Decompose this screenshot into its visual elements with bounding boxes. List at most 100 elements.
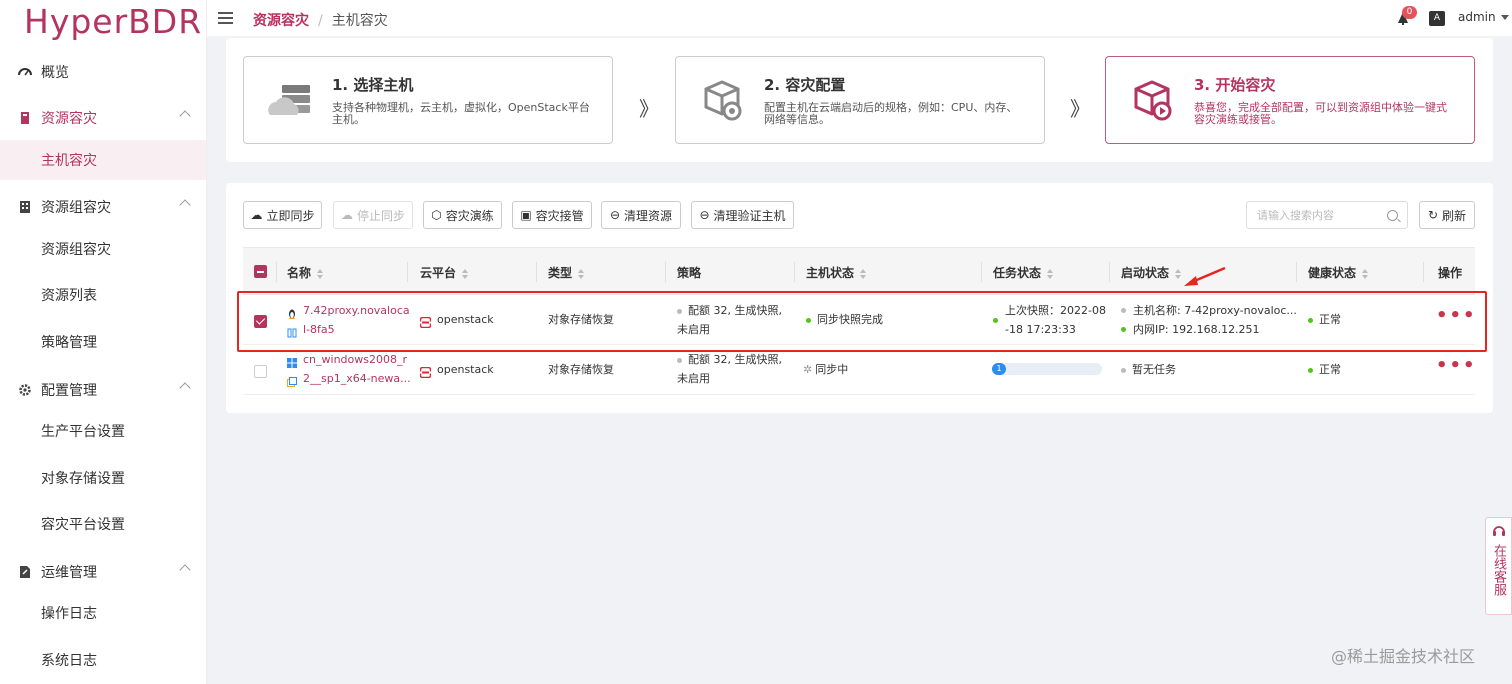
menu-group-dr-label: 资源组容灾 [41,200,111,216]
refresh-button[interactable]: ↻ 刷新 [1419,201,1475,229]
host-status-cell: ✲ 同步中 [803,360,848,379]
cloud-icon: ☁ [340,208,353,222]
host-name-line[interactable]: cn_windows2008_r [303,353,407,366]
minus-circle-icon: ⊖ [609,208,621,222]
breadcrumb-item[interactable]: 资源容灾 [253,13,309,29]
search-input[interactable]: 请输入搜索内容 [1246,201,1408,229]
column-platform[interactable]: 云平台 [420,264,469,281]
step-desc-line: 容灾演练或接管。 [1194,113,1282,126]
column-divider [407,262,408,282]
more-actions-icon[interactable]: ••• [1436,355,1477,376]
step-desc-line: 网络等信息。 [764,113,830,126]
column-type[interactable]: 类型 [548,264,585,281]
button-label: 清理验证主机 [713,208,786,223]
search-placeholder: 请输入搜索内容 [1257,209,1334,222]
user-menu[interactable]: admin [1458,10,1509,24]
progress-indicator: 1 [992,363,1006,375]
column-label: 启动状态 [1121,266,1170,280]
step-start-dr: 3. 开始容灾 恭喜您，完成全部配置，可以到资源组中体验一键式 容灾演练或接管。 [1105,56,1475,144]
button-label: 立即同步 [266,208,315,223]
menu-group-dr[interactable]: 资源组容灾 [0,187,206,227]
stop-sync-button[interactable]: ☁ 停止同步 [333,201,413,229]
dashboard-icon [18,65,32,79]
column-name[interactable]: 名称 [287,264,324,281]
table-header: 名称 云平台 类型 策略 主机状态 任务状态 启动状态 健康状态 操作 [243,247,1475,295]
sync-now-button[interactable]: ☁ 立即同步 [243,201,322,229]
menu-resource-list[interactable]: 资源列表 [0,275,206,315]
caret-down-icon [1500,15,1509,20]
column-divider [1296,262,1297,282]
dr-drill-button[interactable]: ⬡ 容灾演练 [423,201,502,229]
table-row[interactable]: cn_windows2008_r 2__sp1_x64-newa... open… [243,345,1475,395]
online-service-button[interactable]: 在线客服 [1485,517,1512,615]
task-progress-bar: 1 [992,363,1102,375]
column-label: 操作 [1438,266,1463,280]
top-header: 资源容灾 / 主机容灾 0 A admin [207,0,1512,36]
language-icon[interactable]: A [1429,11,1445,26]
step-title: 1. 选择主机 [332,76,414,94]
cloud-server-icon [264,79,314,123]
minus-circle-icon: ⊖ [699,208,710,222]
menu-toggle-icon[interactable] [218,12,233,24]
search-icon [1387,210,1398,221]
menu-ops[interactable]: 运维管理 [0,552,206,592]
step-description: 恭喜您，完成全部配置，可以到资源组中体验一键式 容灾演练或接管。 [1194,102,1447,126]
column-health[interactable]: 健康状态 [1308,264,1369,281]
app-logo[interactable]: HyperBDR [24,2,202,41]
annotation-arrow-icon [1184,266,1226,286]
column-divider [1423,262,1424,282]
menu-item-label: 操作日志 [41,606,97,622]
column-boot-status[interactable]: 启动状态 [1121,264,1182,281]
menu-prod-platform[interactable]: 生产平台设置 [0,411,206,451]
column-task-status[interactable]: 任务状态 [993,264,1054,281]
loading-spinner-icon: ✲ [803,363,813,376]
cube-icon: ⬡ [431,208,442,222]
menu-system-log[interactable]: 系统日志 [0,640,206,680]
menu-item-label: 资源列表 [41,288,97,304]
menu-config-label: 配置管理 [41,383,97,399]
platform-cell: openstack [419,360,494,379]
step-title: 3. 开始容灾 [1194,76,1276,94]
row-checkbox[interactable] [254,365,267,378]
column-divider [665,262,666,282]
menu-operation-log[interactable]: 操作日志 [0,593,206,633]
boot-status-text: 暂无任务 [1132,363,1176,376]
windows-icon [287,355,297,368]
breadcrumb-current: 主机容灾 [331,13,388,29]
health-text: 正常 [1319,363,1341,376]
menu-object-storage[interactable]: 对象存储设置 [0,458,206,498]
menu-config[interactable]: 配置管理 [0,370,206,410]
double-chevron-icon: 》 [639,97,659,121]
step-desc-line: 主机。 [332,113,365,126]
menu-policy[interactable]: 策略管理 [0,322,206,362]
menu-overview[interactable]: 概览 [0,52,206,92]
column-label: 云平台 [420,266,457,280]
button-label: 刷新 [1442,208,1467,223]
policy-line: 配额 32, 生成快照, [688,353,782,366]
clean-verify-host-button[interactable]: ⊖ 清理验证主机 [691,201,794,229]
policy-line: 未启用 [677,372,710,385]
menu-item-label: 系统日志 [41,653,97,669]
menu-overview-label: 概览 [41,65,69,81]
menu-resource-group-dr[interactable]: 资源组容灾 [0,229,206,269]
policy-cell: 配额 32, 生成快照, 未启用 [677,350,782,388]
status-dot [1121,367,1126,373]
sort-icon [578,268,585,279]
column-label: 任务状态 [993,266,1042,280]
chevron-up-icon [179,564,191,576]
menu-resource-dr[interactable]: 资源容灾 [0,98,206,138]
column-host-status[interactable]: 主机状态 [806,264,867,281]
host-name[interactable]: cn_windows2008_r 2__sp1_x64-newa... [287,350,411,388]
dr-takeover-button[interactable]: ▣ 容灾接管 [512,201,592,229]
step-description: 配置主机在云端启动后的规格，例如：CPU、内存、 网络等信息。 [764,102,1017,126]
host-name-line[interactable]: 2__sp1_x64-newa... [303,372,411,385]
watermark: @稀土掘金技术社区 [1331,647,1476,666]
select-all-checkbox[interactable] [254,265,267,278]
menu-dr-platform[interactable]: 容灾平台设置 [0,504,206,544]
column-actions: 操作 [1438,264,1462,281]
column-divider [794,262,795,282]
menu-host-dr[interactable]: 主机容灾 [0,140,206,180]
column-divider [536,262,537,282]
clean-resource-button[interactable]: ⊖ 清理资源 [601,201,681,229]
sort-icon [317,268,324,279]
